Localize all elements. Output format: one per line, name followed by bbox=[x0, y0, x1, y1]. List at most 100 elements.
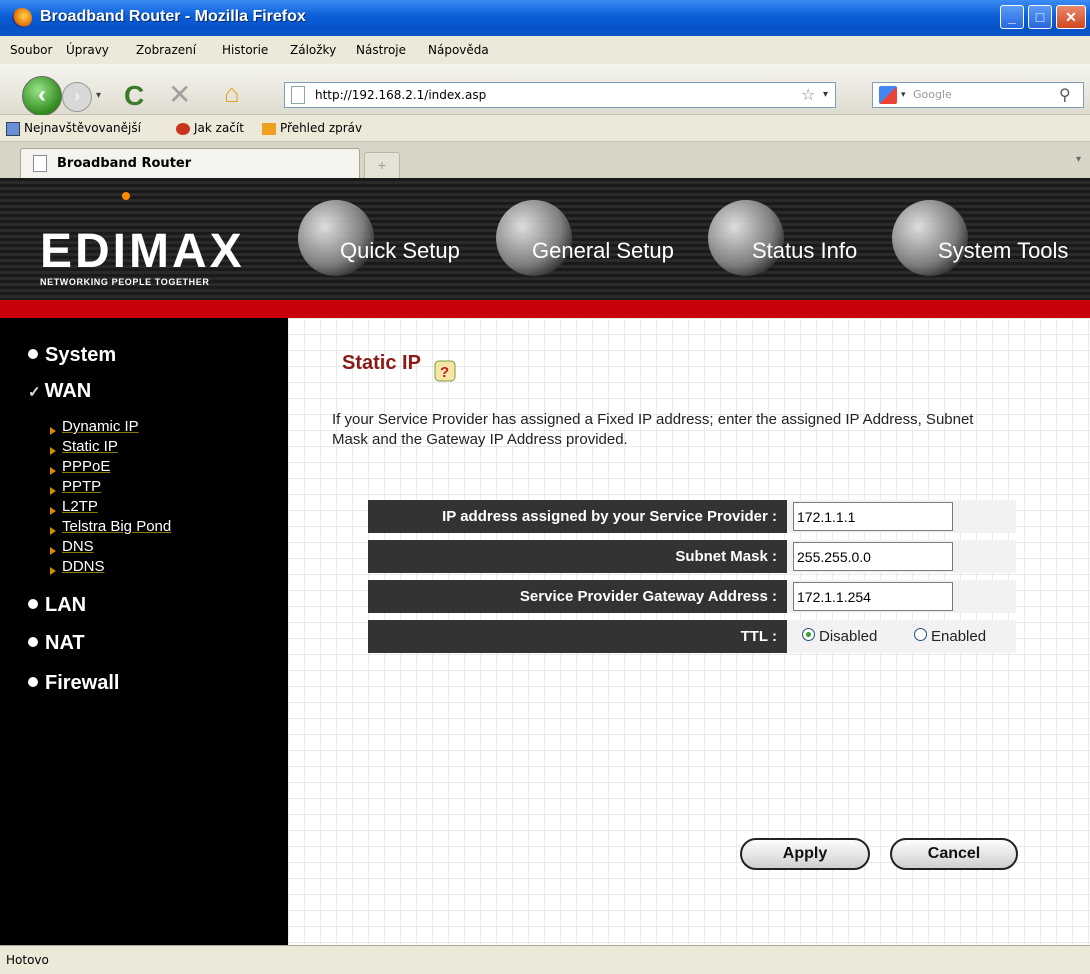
help-icon[interactable]: ? bbox=[434, 360, 456, 382]
router-header: EDIMAX NETWORKING PEOPLE TOGETHER Quick … bbox=[0, 178, 1090, 300]
web-page: EDIMAX NETWORKING PEOPLE TOGETHER Quick … bbox=[0, 178, 1090, 945]
sidebar-sublabel: Telstra Big Pond bbox=[62, 518, 172, 535]
back-button[interactable]: ‹ bbox=[22, 76, 62, 116]
bookmark-star-icon[interactable]: ☆ bbox=[801, 83, 815, 107]
minimize-button[interactable]: _ bbox=[1000, 5, 1024, 29]
arrow-icon bbox=[50, 527, 56, 535]
firefox-bookmark-icon bbox=[176, 122, 190, 135]
sidebar-item-nat[interactable]: NAT bbox=[28, 632, 85, 655]
engine-dropdown-icon[interactable]: ▾ bbox=[901, 83, 906, 107]
sidebar: System ✓ WAN Dynamic IP Static IP PPPoE P… bbox=[0, 318, 288, 945]
menu-bar: Soubor Úpravy Zobrazení Historie Záložky… bbox=[0, 36, 1090, 64]
bookmark-most-visited[interactable]: Nejnavštěvovanější bbox=[6, 121, 141, 136]
arrow-icon bbox=[50, 567, 56, 575]
new-tab-button[interactable]: + bbox=[364, 152, 400, 178]
subnet-mask-input[interactable] bbox=[793, 542, 953, 571]
page-icon bbox=[33, 155, 47, 172]
navigation-toolbar: ‹ › ▾ C ✕ ⌂ http://192.168.2.1/index.asp… bbox=[0, 64, 1090, 116]
sidebar-item-pptp[interactable]: PPTP bbox=[50, 478, 101, 495]
arrow-icon bbox=[50, 507, 56, 515]
sidebar-sublabel: DDNS bbox=[62, 558, 105, 575]
check-icon: ✓ bbox=[28, 384, 41, 401]
tab-label: Broadband Router bbox=[57, 156, 192, 171]
menu-history[interactable]: Historie bbox=[222, 43, 268, 57]
url-dropdown-icon[interactable]: ▾ bbox=[823, 83, 828, 107]
bullet-icon bbox=[28, 348, 38, 359]
edimax-logo: EDIMAX bbox=[40, 225, 245, 278]
sidebar-item-lan[interactable]: LAN bbox=[28, 594, 86, 617]
apply-button[interactable]: Apply bbox=[740, 838, 870, 870]
maximize-button[interactable]: □ bbox=[1028, 5, 1052, 29]
rss-icon bbox=[262, 122, 276, 135]
sidebar-label: NAT bbox=[45, 632, 85, 654]
forward-button[interactable]: › bbox=[62, 82, 92, 112]
reload-icon[interactable]: C bbox=[124, 80, 144, 112]
tab-broadband-router[interactable]: Broadband Router bbox=[20, 148, 360, 178]
sidebar-item-system[interactable]: System bbox=[28, 344, 116, 367]
nav-general-setup[interactable]: General Setup bbox=[532, 238, 674, 264]
sidebar-label: WAN bbox=[44, 380, 92, 402]
cancel-button[interactable]: Cancel bbox=[890, 838, 1018, 870]
nav-quick-setup[interactable]: Quick Setup bbox=[340, 238, 460, 264]
sidebar-sublabel: L2TP bbox=[62, 498, 98, 515]
nav-status-info[interactable]: Status Info bbox=[752, 238, 857, 264]
menu-tools[interactable]: Nástroje bbox=[356, 43, 406, 57]
url-text: http://192.168.2.1/index.asp bbox=[315, 88, 487, 102]
menu-view[interactable]: Zobrazení bbox=[136, 43, 196, 57]
url-bar[interactable]: http://192.168.2.1/index.asp ☆ ▾ bbox=[284, 82, 836, 108]
menu-help[interactable]: Nápověda bbox=[428, 43, 489, 57]
sidebar-label: System bbox=[45, 344, 117, 366]
ttl-label: TTL : bbox=[368, 620, 787, 653]
sidebar-sublabel: PPTP bbox=[62, 478, 102, 495]
menu-edit[interactable]: Úpravy bbox=[66, 43, 109, 57]
sidebar-item-static-ip[interactable]: Static IP bbox=[50, 438, 118, 455]
page-title: Static IP bbox=[342, 352, 421, 374]
bookmark-page-icon bbox=[6, 121, 20, 136]
sidebar-item-ddns[interactable]: DDNS bbox=[50, 558, 105, 575]
ttl-disabled-radio[interactable] bbox=[802, 628, 815, 641]
ttl-enabled-radio[interactable] bbox=[914, 628, 927, 641]
ttl-row: TTL : Disabled Enabled bbox=[368, 620, 1016, 653]
sidebar-item-pppoe[interactable]: PPPoE bbox=[50, 458, 110, 475]
nav-system-tools[interactable]: System Tools bbox=[938, 238, 1068, 264]
sidebar-item-wan[interactable]: ✓ WAN bbox=[28, 380, 91, 403]
tab-bar: Broadband Router + ▾ bbox=[0, 142, 1090, 179]
search-input[interactable]: ▾ Google ⚲ bbox=[872, 82, 1084, 108]
window-title-bar: Broadband Router - Mozilla Firefox _ □ ✕ bbox=[0, 0, 1090, 36]
history-dropdown-icon[interactable]: ▾ bbox=[96, 90, 101, 101]
tab-list-icon[interactable]: ▾ bbox=[1076, 154, 1081, 165]
bookmark-getting-started[interactable]: Jak začít bbox=[176, 121, 244, 135]
header-red-bar bbox=[0, 300, 1090, 318]
window-title: Broadband Router - Mozilla Firefox bbox=[40, 8, 306, 25]
sidebar-label: Firewall bbox=[45, 672, 120, 694]
stop-icon[interactable]: ✕ bbox=[168, 78, 191, 111]
bookmark-news[interactable]: Přehled zpráv bbox=[262, 121, 362, 135]
ttl-disabled-label: Disabled bbox=[819, 628, 878, 645]
ip-address-label: IP address assigned by your Service Prov… bbox=[368, 500, 787, 533]
sidebar-item-l2tp[interactable]: L2TP bbox=[50, 498, 98, 515]
main-content: Static IP ? If your Service Provider has… bbox=[288, 318, 1090, 945]
home-icon[interactable]: ⌂ bbox=[224, 78, 240, 109]
sidebar-item-telstra-big-pond[interactable]: Telstra Big Pond bbox=[50, 518, 171, 535]
logo-dot bbox=[122, 192, 130, 200]
search-placeholder: Google bbox=[913, 88, 952, 101]
google-engine-icon[interactable] bbox=[879, 86, 897, 104]
arrow-icon bbox=[50, 427, 56, 435]
gateway-row: Service Provider Gateway Address : bbox=[368, 580, 1016, 613]
menu-file[interactable]: Soubor bbox=[10, 43, 52, 57]
sidebar-item-dynamic-ip[interactable]: Dynamic IP bbox=[50, 418, 139, 435]
menu-bookmarks[interactable]: Záložky bbox=[290, 43, 336, 57]
close-button[interactable]: ✕ bbox=[1056, 5, 1086, 29]
status-text: Hotovo bbox=[6, 953, 49, 967]
ip-address-input[interactable] bbox=[793, 502, 953, 531]
gateway-input[interactable] bbox=[793, 582, 953, 611]
firefox-logo-icon bbox=[12, 8, 32, 28]
arrow-icon bbox=[50, 447, 56, 455]
subnet-mask-row: Subnet Mask : bbox=[368, 540, 1016, 573]
ip-address-row: IP address assigned by your Service Prov… bbox=[368, 500, 1016, 533]
sidebar-item-firewall[interactable]: Firewall bbox=[28, 672, 119, 695]
page-icon bbox=[291, 86, 305, 104]
sidebar-item-dns[interactable]: DNS bbox=[50, 538, 94, 555]
sidebar-sublabel: PPPoE bbox=[62, 458, 111, 475]
search-icon[interactable]: ⚲ bbox=[1059, 83, 1071, 107]
